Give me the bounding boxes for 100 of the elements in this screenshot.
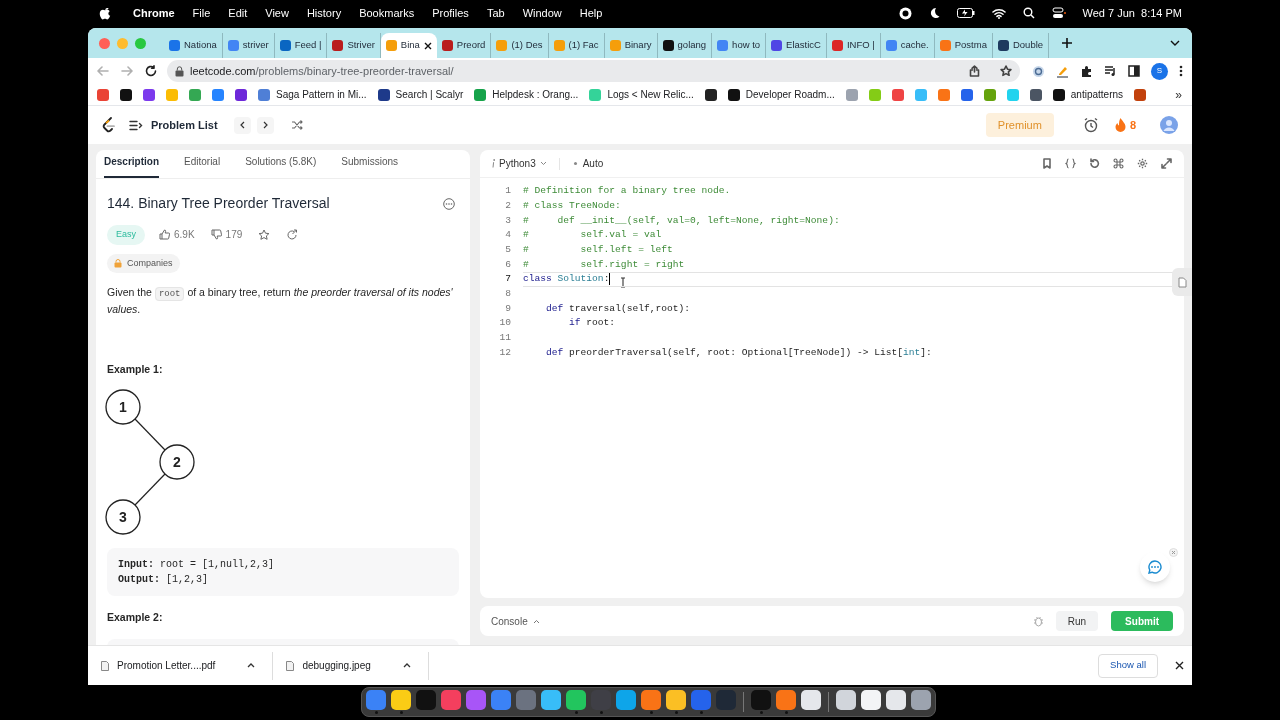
bookmark-icon[interactable] [704, 88, 717, 101]
bookmark-item[interactable]: Logs < New Relic... [589, 87, 694, 102]
browser-tab[interactable]: Feed | [274, 33, 328, 58]
star-icon[interactable] [1000, 65, 1012, 77]
braces-icon[interactable] [1065, 158, 1076, 169]
swirl-icon[interactable] [1032, 64, 1045, 78]
shuffle-icon[interactable] [290, 120, 303, 130]
menu-item[interactable]: Tab [486, 4, 505, 22]
browser-tab[interactable]: Striver [327, 33, 381, 58]
clock-text[interactable]: Wed 7 Jun 8:14 PM [1082, 4, 1182, 22]
plus-icon[interactable] [1061, 37, 1074, 49]
browser-tab[interactable]: golang [657, 33, 713, 58]
panel-tab[interactable]: Description [104, 154, 159, 178]
menu-item[interactable]: History [306, 4, 342, 22]
browser-tab[interactable]: Double [992, 33, 1050, 58]
app-icon[interactable] [836, 690, 856, 710]
share-icon[interactable] [969, 65, 980, 77]
language-selector[interactable]: Python3 [492, 156, 547, 171]
battery-icon[interactable] [956, 8, 975, 18]
media-queue-icon[interactable] [1104, 65, 1117, 77]
more-vertical-icon[interactable] [1179, 65, 1183, 77]
browser-tab[interactable]: striver [222, 33, 275, 58]
browser-tab[interactable]: Postma [934, 33, 993, 58]
address-bar[interactable]: leetcode.com/problems/binary-tree-preorder-traversal/ [167, 60, 1020, 82]
bookmark-item[interactable]: Developer Roadm... [727, 87, 835, 102]
show-all-button[interactable]: Show all [1098, 653, 1158, 678]
download-item[interactable]: Promotion Letter....pdf [88, 651, 274, 680]
browser-tab[interactable]: Bina [380, 33, 437, 58]
side-panel-icon[interactable] [1128, 65, 1140, 77]
browser-tab[interactable]: ElasticC [766, 33, 827, 58]
menu-item[interactable]: Help [579, 4, 603, 22]
alarm-clock-icon[interactable] [1082, 117, 1099, 133]
close-icon[interactable] [1175, 661, 1184, 670]
list-icon[interactable] [129, 119, 143, 131]
menu-item[interactable]: Profiles [432, 4, 469, 22]
thumbs-down-icon[interactable] [210, 229, 222, 241]
user-avatar-icon[interactable] [1160, 116, 1178, 134]
bookmark-item[interactable]: antipatterns [1052, 87, 1124, 102]
moon-icon[interactable] [928, 7, 940, 19]
problem-list-link[interactable]: Problem List [151, 116, 218, 134]
wifi-icon[interactable] [991, 7, 1006, 19]
profile-avatar[interactable]: S [1151, 62, 1168, 80]
chat-button[interactable] [1140, 552, 1170, 582]
bookmark-icon[interactable] [1029, 88, 1042, 101]
browser-tab[interactable]: INFO | [826, 33, 881, 58]
app-icon[interactable] [801, 690, 821, 710]
bookmark-item[interactable]: Saga Pattern in Mi... [258, 87, 367, 102]
app-icon[interactable] [616, 690, 636, 710]
menu-item[interactable]: Window [522, 4, 562, 22]
command-icon[interactable] [1113, 158, 1124, 169]
browser-tab[interactable]: (1) Des [491, 33, 549, 58]
reload-icon[interactable] [145, 65, 157, 77]
app-name-menu[interactable]: Chrome [133, 4, 175, 22]
browser-tab[interactable]: cache. [880, 33, 935, 58]
bookmark-icon[interactable] [120, 88, 132, 101]
panel-tab[interactable]: Submissions [341, 154, 398, 178]
search-icon[interactable] [1022, 7, 1035, 19]
settings-icon[interactable] [1137, 158, 1148, 169]
share-icon[interactable] [286, 228, 299, 241]
star-icon[interactable] [258, 228, 271, 241]
app-icon[interactable] [861, 690, 881, 710]
companies-tag[interactable]: Companies [107, 253, 180, 273]
leetcode-logo-icon[interactable] [102, 117, 116, 133]
chevron-down-icon[interactable] [1170, 40, 1180, 46]
run-button[interactable]: Run [1055, 611, 1099, 631]
menu-item[interactable]: Edit [228, 4, 248, 22]
puzzle-icon[interactable] [1080, 64, 1093, 78]
browser-tab[interactable]: Preord [436, 33, 492, 58]
app-icon[interactable] [541, 690, 561, 710]
browser-tab[interactable]: Nationa [164, 33, 223, 58]
bookmark-item[interactable]: Search | Scalyr [377, 87, 464, 102]
app-icon[interactable] [666, 690, 686, 710]
undo-icon[interactable] [1089, 158, 1100, 169]
menu-item[interactable]: Bookmarks [359, 4, 415, 22]
panel-tab[interactable]: Solutions (5.8K) [245, 154, 317, 178]
menu-item[interactable]: View [265, 4, 289, 22]
close-icon[interactable] [423, 41, 432, 50]
app-icon[interactable] [886, 690, 906, 710]
menu-item[interactable]: File [192, 4, 211, 22]
dismiss-icon[interactable] [1169, 548, 1178, 557]
apple-icon[interactable] [99, 6, 111, 20]
app-icon[interactable] [911, 690, 931, 710]
bookmark-item[interactable]: Helpdesk : Orang... [474, 87, 579, 102]
control-center-icon[interactable] [1051, 7, 1066, 19]
more-options-icon[interactable] [443, 197, 455, 210]
pencil-pad-icon[interactable] [1056, 64, 1069, 78]
console-toggle[interactable]: Console [491, 613, 540, 629]
browser-tab[interactable]: (1) Fac [548, 33, 605, 58]
app-icon[interactable] [391, 690, 411, 710]
more-bookmarks-button[interactable]: » [1175, 85, 1182, 104]
download-item[interactable]: debugging.jpeg [273, 651, 429, 680]
app-icon[interactable] [566, 690, 586, 710]
bookmark-icon[interactable] [235, 88, 247, 101]
browser-tab[interactable]: how to [712, 33, 767, 58]
record-icon[interactable] [898, 6, 912, 20]
thumbs-up-icon[interactable] [159, 229, 170, 241]
browser-tab[interactable]: Binary [604, 33, 658, 58]
expand-icon[interactable] [1161, 158, 1172, 169]
panel-tab[interactable]: Editorial [184, 154, 221, 178]
code-text: # Definition for a binary tree node. [523, 184, 731, 199]
